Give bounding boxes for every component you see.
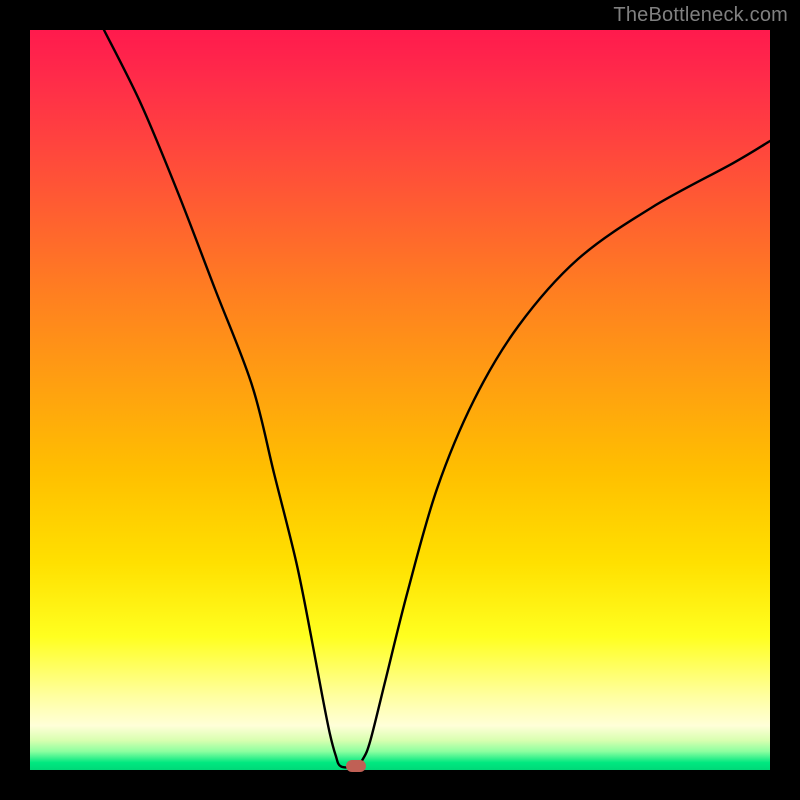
optimum-marker-icon: [346, 760, 366, 772]
chart-frame: TheBottleneck.com: [0, 0, 800, 800]
watermark-text: TheBottleneck.com: [613, 4, 788, 27]
plot-area: [30, 30, 770, 770]
bottleneck-curve: [30, 30, 770, 770]
